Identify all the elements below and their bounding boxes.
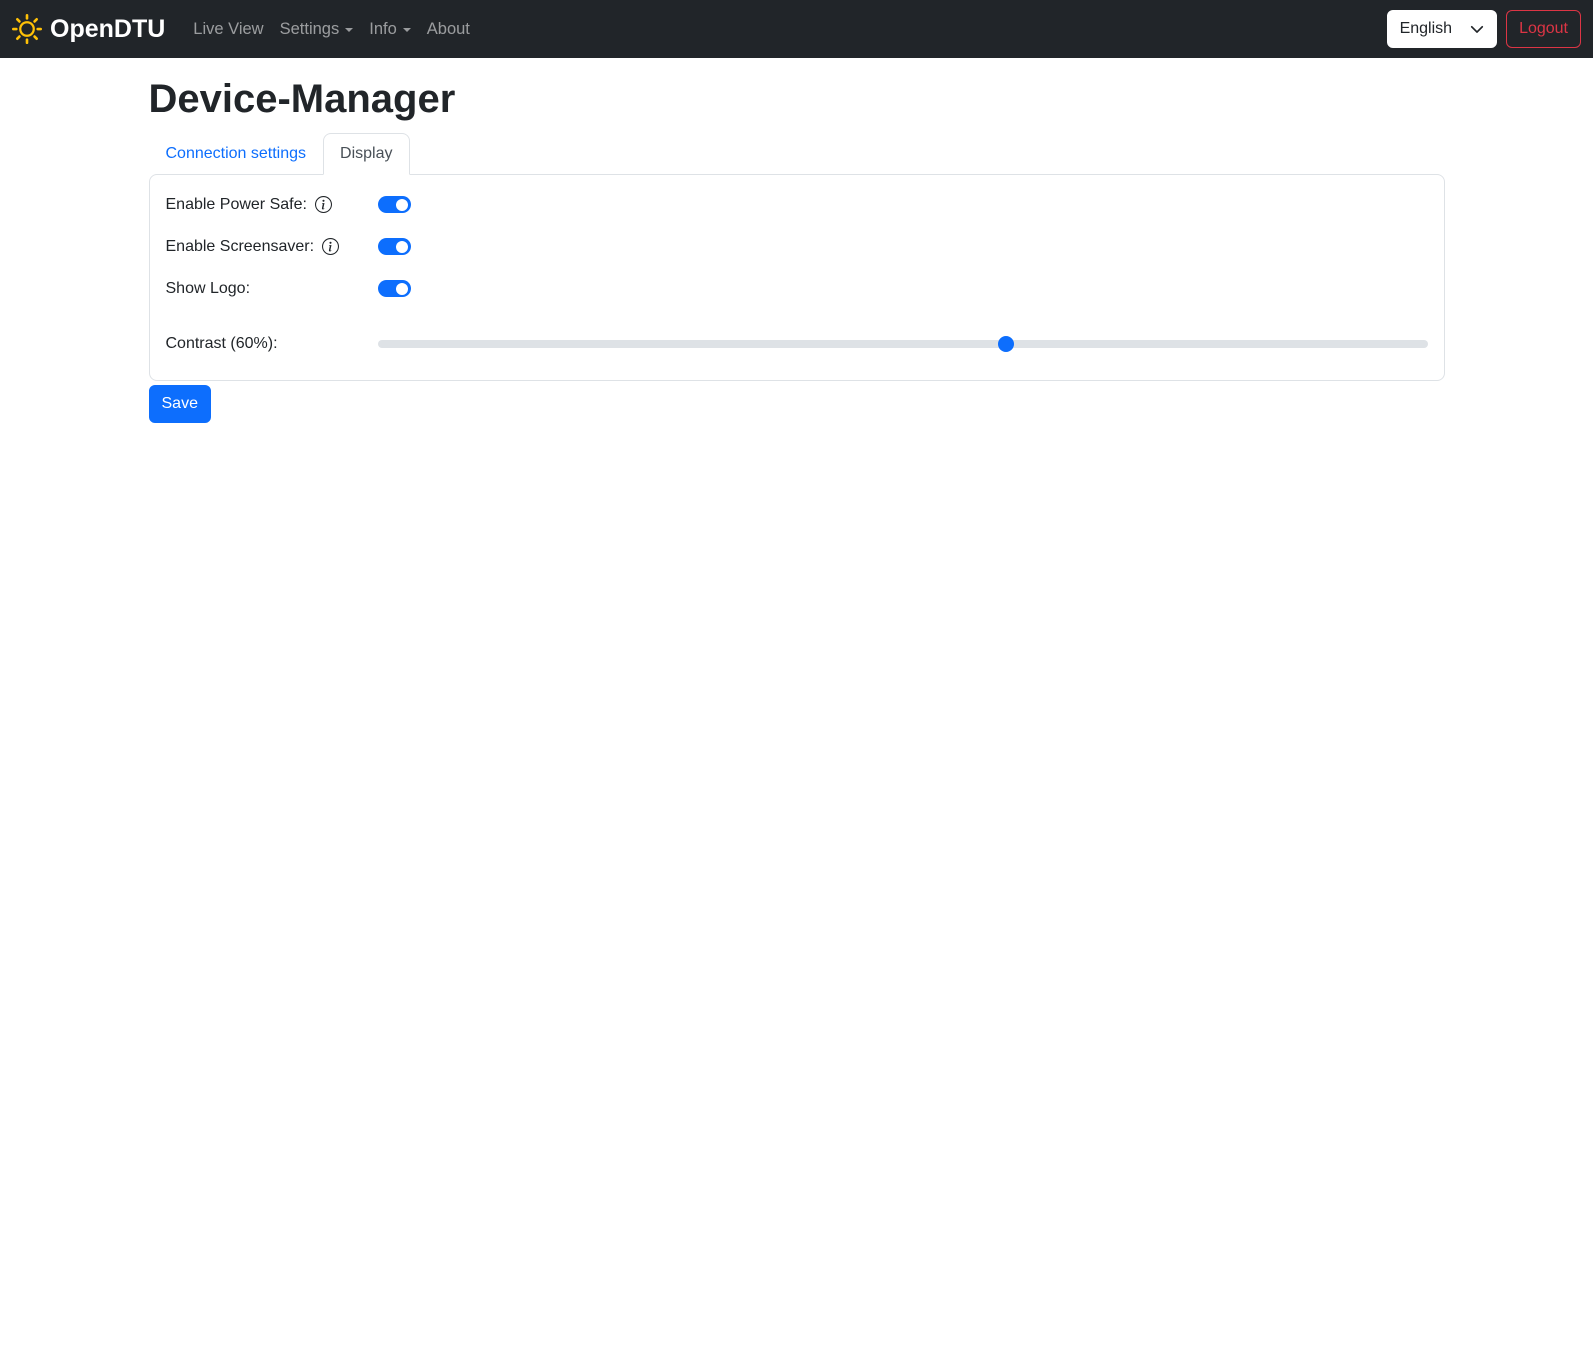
info-circle-icon[interactable] (322, 238, 340, 255)
contrast-label-group: Contrast (60%): (166, 335, 378, 353)
brand-label: OpenDTU (50, 14, 166, 43)
save-button[interactable]: Save (148, 385, 211, 423)
power-safe-label: Enable Power Safe: (165, 195, 307, 213)
contrast-slider[interactable] (377, 335, 1428, 352)
toggle-knob (396, 198, 408, 211)
display-settings-card: Enable Power Safe: Enable Screensaver: S… (148, 174, 1445, 381)
brand-link[interactable]: OpenDTU (12, 14, 165, 44)
language-select-value: English (1399, 20, 1453, 37)
caret-down-icon (402, 28, 411, 32)
contrast-label: Contrast (60%): (165, 334, 278, 352)
main-content: Device-Manager Connection settings Displ… (148, 75, 1445, 423)
show-logo-label: Show Logo: (165, 279, 251, 297)
nav-item-label: About (426, 19, 470, 38)
show-logo-toggle[interactable] (377, 280, 411, 297)
toggle-knob (396, 240, 408, 253)
nav-menu: Live View Settings Info About (185, 12, 478, 47)
info-circle-icon[interactable] (314, 196, 332, 213)
screensaver-label-group: Enable Screensaver: (166, 238, 378, 256)
tab-connection-settings[interactable]: Connection settings (149, 133, 324, 175)
nav-item-label: Info (369, 19, 397, 38)
logout-button[interactable]: Logout (1506, 10, 1581, 48)
contrast-control (377, 335, 1428, 352)
screensaver-row: Enable Screensaver: (166, 234, 1428, 259)
nav-item-label: Live View (193, 19, 264, 38)
screensaver-toggle[interactable] (377, 238, 411, 255)
nav-item-settings[interactable]: Settings (272, 12, 362, 47)
tab-bar: Connection settings Display (149, 133, 1445, 175)
power-safe-label-group: Enable Power Safe: (166, 196, 378, 214)
chevron-down-icon (1470, 22, 1484, 36)
show-logo-control (377, 280, 1428, 297)
show-logo-label-group: Show Logo: (166, 280, 378, 298)
contrast-row: Contrast (60%): (166, 331, 1428, 356)
screensaver-control (377, 238, 1428, 255)
show-logo-row: Show Logo: (166, 276, 1428, 301)
sun-icon (12, 14, 42, 44)
nav-item-info[interactable]: Info (361, 12, 419, 47)
power-safe-control (377, 196, 1428, 213)
nav-item-label: Settings (279, 19, 340, 38)
nav-item-about[interactable]: About (419, 12, 478, 47)
top-navbar: OpenDTU Live View Settings Info About En… (0, 0, 1593, 58)
language-select[interactable]: English (1386, 10, 1498, 48)
power-safe-row: Enable Power Safe: (166, 192, 1428, 217)
navbar-right: English Logout (1386, 10, 1581, 48)
caret-down-icon (345, 28, 354, 32)
page-title: Device-Manager (148, 77, 456, 121)
tab-display[interactable]: Display (323, 133, 410, 175)
power-safe-toggle[interactable] (377, 196, 411, 213)
screensaver-label: Enable Screensaver: (165, 237, 315, 255)
nav-item-live-view[interactable]: Live View (185, 12, 271, 47)
toggle-knob (396, 282, 408, 295)
